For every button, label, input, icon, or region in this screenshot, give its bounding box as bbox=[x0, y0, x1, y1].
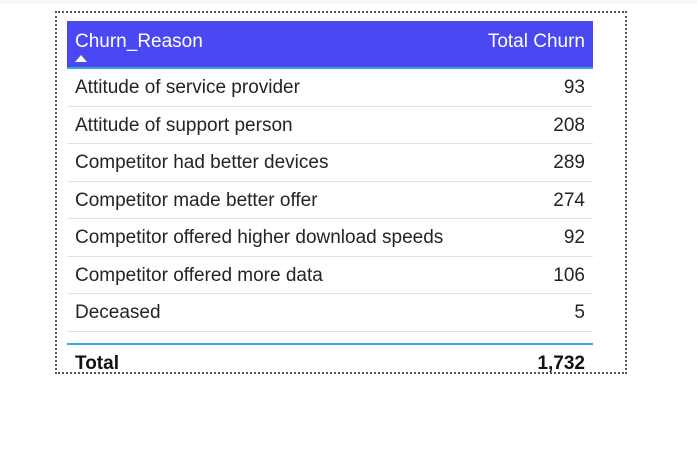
cell-total-churn: 274 bbox=[553, 189, 585, 211]
churn-reason-table: Churn_Reason Total Churn Attitude of ser… bbox=[67, 21, 593, 374]
total-label: Total bbox=[75, 352, 119, 374]
cell-total-churn: 208 bbox=[553, 114, 585, 136]
table-total-row: Total 1,732 bbox=[67, 342, 593, 374]
cell-churn-reason: Competitor offered more data bbox=[75, 264, 323, 286]
cell-churn-reason: Attitude of service provider bbox=[75, 77, 300, 98]
cell-churn-reason: Competitor had better devices bbox=[75, 152, 329, 173]
cell-churn-reason: Competitor made better offer bbox=[75, 189, 318, 211]
cell-churn-reason: Attitude of support person bbox=[75, 114, 293, 136]
table-row[interactable]: Deceased 5 bbox=[67, 294, 593, 332]
sort-ascending-icon[interactable] bbox=[75, 55, 87, 62]
table-header: Churn_Reason Total Churn bbox=[67, 21, 593, 69]
cell-total-churn: 289 bbox=[553, 152, 585, 173]
table-row[interactable]: Competitor offered more data 106 bbox=[67, 257, 593, 294]
table-row[interactable]: Attitude of support person 208 bbox=[67, 107, 593, 144]
cell-total-churn: 92 bbox=[563, 227, 585, 248]
cell-churn-reason: Deceased bbox=[75, 302, 161, 323]
total-value: 1,732 bbox=[537, 352, 585, 374]
cell-total-churn: 93 bbox=[563, 77, 585, 98]
table-row[interactable]: Competitor made better offer 274 bbox=[67, 182, 593, 219]
table-row[interactable]: Attitude of service provider 93 bbox=[67, 69, 593, 107]
table-row[interactable]: Competitor had better devices 289 bbox=[67, 144, 593, 182]
cell-total-churn: 106 bbox=[553, 264, 585, 286]
column-header-total-churn[interactable]: Total Churn bbox=[488, 31, 585, 53]
column-header-churn-reason[interactable]: Churn_Reason bbox=[75, 31, 203, 53]
cell-churn-reason: Competitor offered higher download speed… bbox=[75, 227, 444, 248]
table-row[interactable]: Competitor offered higher download speed… bbox=[67, 219, 593, 257]
cell-total-churn: 5 bbox=[574, 302, 585, 323]
page-top-strip bbox=[0, 0, 697, 4]
table-visual[interactable]: Churn_Reason Total Churn Attitude of ser… bbox=[55, 11, 627, 374]
